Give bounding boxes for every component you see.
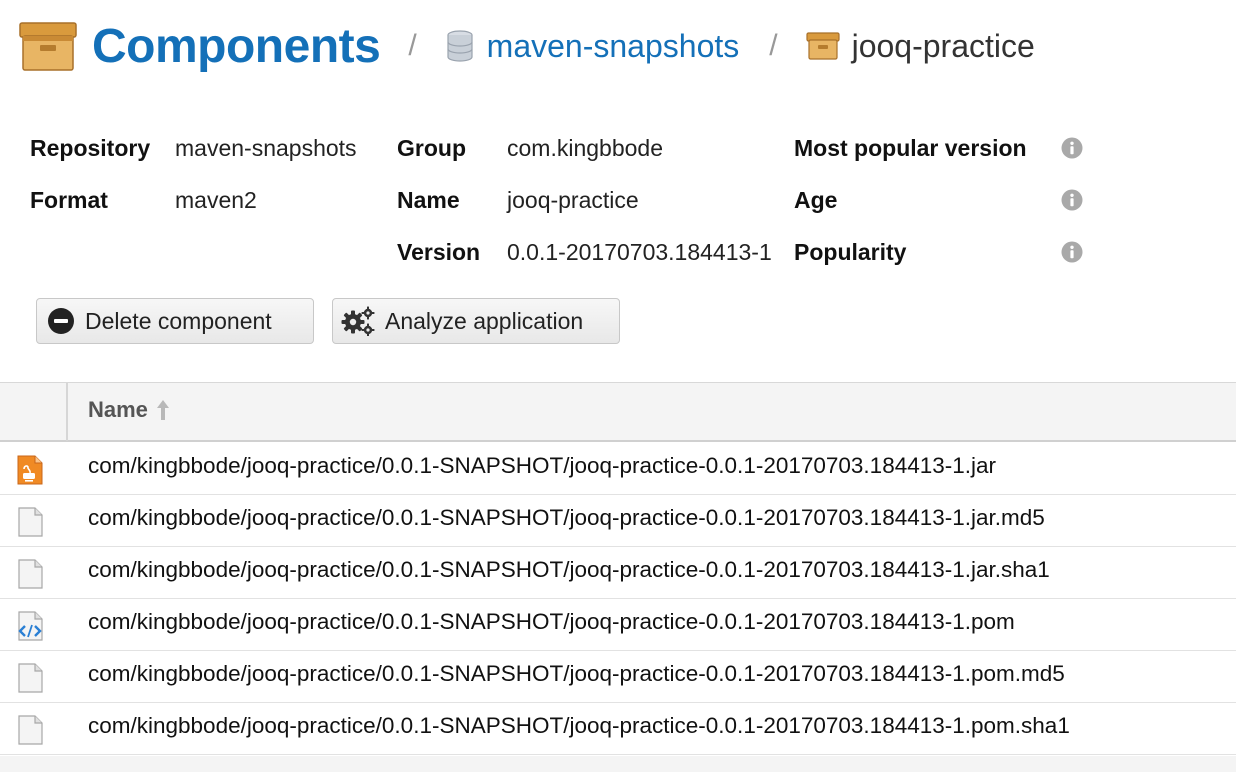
gears-icon — [341, 306, 375, 336]
asset-path[interactable]: com/kingbbode/jooq-practice/0.0.1-SNAPSH… — [88, 609, 1015, 635]
package-box-icon — [19, 22, 77, 71]
most-popular-version-label: Most popular version — [794, 135, 1027, 161]
delete-component-label: Delete component — [85, 307, 272, 334]
name-column-label: Name — [88, 397, 148, 422]
group-value: com.kingbbode — [507, 135, 663, 161]
asset-path[interactable]: com/kingbbode/jooq-practice/0.0.1-SNAPSH… — [88, 713, 1070, 739]
asset-path[interactable]: com/kingbbode/jooq-practice/0.0.1-SNAPSH… — [88, 505, 1045, 531]
repository-label: Repository — [30, 135, 151, 161]
xml-file-icon — [18, 611, 43, 641]
delete-component-button[interactable]: Delete component — [36, 298, 314, 344]
table-row[interactable]: com/kingbbode/jooq-practice/0.0.1-SNAPSH… — [0, 495, 1236, 547]
table-row[interactable]: com/kingbbode/jooq-practice/0.0.1-SNAPSH… — [0, 599, 1236, 651]
column-divider — [66, 383, 68, 441]
table-row[interactable]: com/kingbbode/jooq-practice/0.0.1-SNAPSH… — [0, 703, 1236, 755]
info-icon[interactable] — [1061, 137, 1083, 159]
age-label: Age — [794, 187, 838, 213]
breadcrumb-components-link[interactable]: Components — [92, 19, 381, 74]
popularity-label: Popularity — [794, 239, 907, 265]
info-icon[interactable] — [1061, 189, 1083, 211]
version-value: 0.0.1-20170703.184413-1 — [507, 239, 772, 265]
sort-ascending-icon — [156, 400, 169, 420]
file-icon — [18, 663, 43, 693]
table-footer — [0, 756, 1236, 772]
asset-path[interactable]: com/kingbbode/jooq-practice/0.0.1-SNAPSH… — [88, 453, 996, 479]
breadcrumb-repository-link[interactable]: maven-snapshots — [487, 28, 740, 65]
repository-value: maven-snapshots — [175, 135, 357, 161]
info-icon[interactable] — [1061, 241, 1083, 263]
table-header: Name — [0, 382, 1236, 442]
file-icon — [18, 507, 43, 537]
component-detail-page: Components / maven-snapshots / jooq-prac… — [0, 0, 1236, 772]
name-column-header[interactable]: Name — [88, 397, 170, 423]
asset-list: com/kingbbode/jooq-practice/0.0.1-SNAPSH… — [0, 443, 1236, 755]
component-box-icon — [805, 32, 840, 60]
analyze-application-button[interactable]: Analyze application — [332, 298, 620, 344]
table-row[interactable]: com/kingbbode/jooq-practice/0.0.1-SNAPSH… — [0, 443, 1236, 495]
format-label: Format — [30, 187, 108, 213]
breadcrumb-separator: / — [408, 29, 417, 62]
format-value: maven2 — [175, 187, 257, 213]
analyze-application-label: Analyze application — [385, 307, 584, 334]
breadcrumb: Components / maven-snapshots / jooq-prac… — [18, 14, 1035, 78]
table-row[interactable]: com/kingbbode/jooq-practice/0.0.1-SNAPSH… — [0, 651, 1236, 703]
file-icon — [18, 715, 43, 745]
minus-circle-icon — [48, 308, 74, 334]
name-value: jooq-practice — [507, 187, 639, 213]
jar-file-icon — [17, 455, 43, 485]
table-row[interactable]: com/kingbbode/jooq-practice/0.0.1-SNAPSH… — [0, 547, 1236, 599]
asset-path[interactable]: com/kingbbode/jooq-practice/0.0.1-SNAPSH… — [88, 557, 1050, 583]
group-label: Group — [397, 135, 466, 161]
breadcrumb-separator: / — [769, 29, 778, 62]
asset-path[interactable]: com/kingbbode/jooq-practice/0.0.1-SNAPSH… — [88, 661, 1065, 687]
name-label: Name — [397, 187, 460, 213]
version-label: Version — [397, 239, 481, 265]
database-icon — [447, 30, 473, 62]
breadcrumb-component-name: jooq-practice — [851, 27, 1035, 64]
file-icon — [18, 559, 43, 589]
